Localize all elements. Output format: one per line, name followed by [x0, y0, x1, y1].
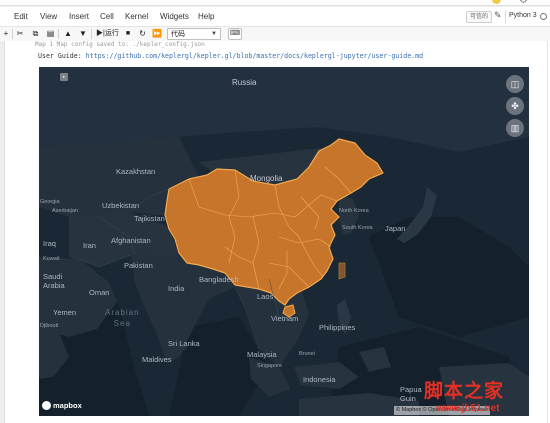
run-icon: ▶| — [96, 30, 105, 37]
logo-icon — [492, 0, 501, 4]
copy-icon[interactable]: ⧉ — [31, 28, 40, 40]
user-guide-line: User Guide: https://github.com/keplergl/… — [38, 52, 423, 60]
label-malaysia: Malaysia — [247, 350, 277, 359]
mapbox-logo-text: mapbox — [53, 401, 82, 410]
toolbar-divider — [12, 29, 13, 39]
split-map-icon[interactable]: ◫ — [506, 75, 524, 93]
watermark-url: www.jb51.net — [436, 403, 500, 414]
menu-view[interactable]: View — [40, 12, 57, 21]
label-azerbaijan: Azerbaijan — [52, 208, 78, 214]
label-georgia: Georgia — [40, 199, 60, 205]
panel-scroll-edge — [547, 41, 548, 423]
label-uzbekistan: Uzbekistan — [102, 201, 140, 210]
label-iran: Iran — [83, 241, 96, 250]
add-cell-icon[interactable]: + — [2, 28, 10, 40]
keyboard-shortcuts-icon[interactable]: ⌨ — [228, 28, 242, 40]
settings-icon[interactable]: ⚙ — [519, 0, 528, 6]
paste-icon[interactable]: ▤ — [46, 28, 55, 40]
menu-widgets[interactable]: Widgets — [160, 12, 189, 21]
move-up-icon[interactable]: ▲ — [64, 28, 72, 40]
kepler-map[interactable]: ▸ Russia Kazakhstan Mongolia Georgia Aze… — [39, 67, 529, 416]
label-north-korea: North Korea — [339, 208, 369, 214]
stop-icon[interactable]: ■ — [124, 28, 132, 40]
watermark-cn: 脚本之家 — [424, 380, 505, 402]
label-saudi-arabia: Saudi Arabia — [43, 272, 65, 290]
label-yemen: Yemen — [53, 308, 77, 317]
mapbox-logo[interactable]: mapbox — [42, 401, 82, 410]
user-guide-link[interactable]: https://github.com/keplergl/kepler.gl/bl… — [86, 52, 423, 60]
label-laos: Laos — [257, 292, 274, 301]
toolbar-divider — [58, 29, 59, 39]
label-iraq: Iraq — [43, 239, 56, 248]
mapbox-logo-icon — [42, 401, 51, 410]
truncated-output-line: Map 1 Map config saved to: ./kepler_conf… — [35, 41, 205, 48]
label-papua: Papua Guin — [400, 385, 422, 403]
run-button[interactable]: ▶|运行 — [96, 28, 119, 40]
top-header-strip: ⚙ — [0, 0, 550, 6]
toolbar-divider — [91, 29, 92, 39]
label-maldives: Maldives — [142, 355, 172, 364]
notebook-toolbar: + ✂ ⧉ ▤ ▲ ▼ ▶|运行 ■ ↻ ⏩ 代码 ▼ ⌨ — [0, 27, 550, 41]
menu-insert[interactable]: Insert — [69, 12, 89, 21]
label-afghanistan: Afghanistan — [111, 236, 151, 245]
label-mongolia: Mongolia — [250, 174, 283, 183]
cell-type-select[interactable]: 代码 ▼ — [167, 28, 221, 40]
kernel-name[interactable]: Python 3 — [509, 12, 537, 19]
edit-pencil-icon[interactable]: ✎ — [494, 10, 502, 21]
watermark: 脚本之家 www.jb51.net — [424, 376, 550, 423]
label-india: India — [168, 284, 185, 293]
menu-cell[interactable]: Cell — [100, 12, 114, 21]
jupyter-notebook-window: ⚙ Edit View Insert Cell Kernel Widgets H… — [0, 0, 550, 423]
move-down-icon[interactable]: ▼ — [79, 28, 87, 40]
label-singapore: Singapore — [257, 363, 283, 369]
label-djibouti: Djibouti — [40, 323, 59, 329]
label-kuwait: Kuwait — [43, 256, 60, 262]
label-tajikistan: Tajikistan — [134, 214, 165, 223]
run-label: 运行 — [104, 30, 119, 37]
restart-run-all-icon[interactable]: ⏩ — [152, 28, 162, 40]
label-russia: Russia — [232, 78, 257, 87]
label-japan: Japan — [385, 224, 406, 233]
collapse-panel-icon[interactable]: ▸ — [60, 73, 68, 81]
user-guide-label: User Guide: — [38, 52, 82, 60]
menu-bar: Edit View Insert Cell Kernel Widgets Hel… — [0, 7, 550, 27]
label-sri-lanka: Sri Lanka — [168, 339, 200, 348]
menu-help[interactable]: Help — [198, 12, 214, 21]
label-vietnam: Vietnam — [271, 314, 299, 323]
cell-type-value: 代码 — [171, 31, 185, 38]
kernel-divider — [505, 10, 506, 24]
menu-kernel[interactable]: Kernel — [125, 12, 148, 21]
label-philippines: Philippines — [319, 323, 356, 332]
layer-toggle-icon[interactable]: ✤ — [506, 97, 524, 115]
label-arabian-sea: Arabian Sea — [105, 308, 140, 328]
label-pakistan: Pakistan — [124, 261, 153, 270]
menu-edit[interactable]: Edit — [14, 12, 28, 21]
cut-icon[interactable]: ✂ — [16, 28, 24, 40]
kernel-status-icon — [540, 13, 547, 20]
chevron-down-icon: ▼ — [211, 31, 217, 37]
trusted-indicator[interactable]: 可信的 — [466, 11, 493, 23]
legend-icon[interactable]: ▥ — [506, 119, 524, 137]
label-bangladesh: Bangladesh — [199, 275, 239, 284]
label-brunei: Brunei — [299, 351, 315, 357]
label-kazakhstan: Kazakhstan — [116, 167, 156, 176]
label-indonesia: Indonesia — [303, 375, 336, 384]
label-oman: Oman — [89, 288, 110, 297]
label-south-korea: South Korea — [342, 225, 373, 231]
restart-icon[interactable]: ↻ — [138, 28, 147, 40]
